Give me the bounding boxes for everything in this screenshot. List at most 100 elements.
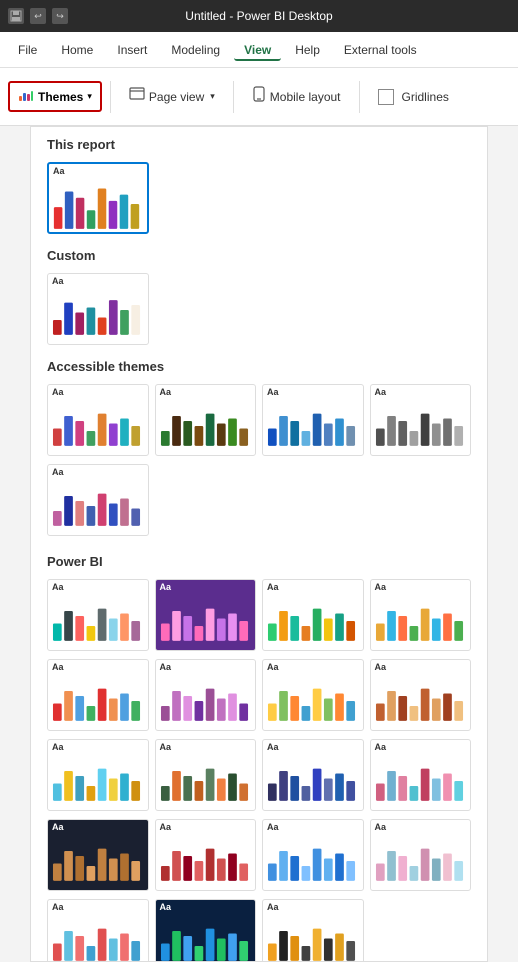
theme-card-label: Aa (263, 900, 363, 912)
theme-card-custom[interactable]: Aa (47, 273, 149, 345)
menu-home[interactable]: Home (51, 39, 103, 61)
theme-card-pbi-11[interactable]: Aa (262, 739, 364, 811)
theme-card-pbi-8[interactable]: Aa (370, 659, 472, 731)
theme-card-pbi-14[interactable]: Aa (155, 819, 257, 891)
theme-card-accessible-1[interactable]: Aa (47, 384, 149, 456)
menu-bar: File Home Insert Modeling View Help Exte… (0, 32, 518, 68)
theme-chart (156, 832, 256, 890)
undo-icon[interactable]: ↩ (30, 8, 46, 24)
mobile-layout-button[interactable]: Mobile layout (242, 82, 351, 111)
theme-card-label: Aa (371, 660, 471, 672)
theme-card-label: Aa (49, 164, 147, 176)
powerbi-themes-row2: Aa Aa (31, 655, 487, 735)
theme-card-label: Aa (371, 740, 471, 752)
redo-icon[interactable]: ↪ (52, 8, 68, 24)
theme-card-accessible-5[interactable]: Aa (47, 464, 149, 536)
theme-card-label: Aa (371, 385, 471, 397)
theme-chart (156, 592, 256, 650)
theme-card-label: Aa (263, 580, 363, 592)
theme-card-label: Aa (156, 900, 256, 912)
theme-chart (48, 286, 148, 344)
theme-chart (48, 592, 148, 650)
ribbon-sep-2 (233, 81, 234, 113)
theme-card-pbi-12[interactable]: Aa (370, 739, 472, 811)
theme-card-pbi-9[interactable]: Aa (47, 739, 149, 811)
theme-card-label: Aa (48, 274, 148, 286)
menu-modeling[interactable]: Modeling (161, 39, 230, 61)
menu-file[interactable]: File (8, 39, 47, 61)
theme-chart (48, 832, 148, 890)
theme-card-pbi-17[interactable]: Aa (47, 899, 149, 962)
theme-card-pbi-13[interactable]: Aa (47, 819, 149, 891)
theme-card-label: Aa (263, 385, 363, 397)
custom-themes: Aa (31, 269, 487, 349)
menu-view[interactable]: View (234, 39, 281, 61)
theme-card-this-report[interactable]: Aa (47, 162, 149, 234)
theme-card-label: Aa (156, 740, 256, 752)
theme-chart (156, 672, 256, 730)
theme-card-accessible-2[interactable]: Aa (155, 384, 257, 456)
theme-card-label: Aa (48, 820, 148, 832)
theme-card-pbi-3[interactable]: Aa (262, 579, 364, 651)
page-view-button[interactable]: Page view ▾ (119, 82, 225, 111)
theme-card-pbi-5[interactable]: Aa (47, 659, 149, 731)
theme-chart (263, 832, 363, 890)
theme-card-label: Aa (156, 385, 256, 397)
gridlines-button[interactable]: Gridlines (368, 85, 459, 109)
themes-arrow-icon: ▾ (87, 91, 92, 102)
page-view-arrow-icon: ▾ (210, 91, 215, 102)
gridlines-checkbox[interactable] (378, 89, 394, 105)
theme-card-label: Aa (263, 660, 363, 672)
theme-card-label: Aa (48, 580, 148, 592)
theme-chart (48, 752, 148, 810)
themes-panel: This report Aa Custom Aa (30, 126, 488, 962)
theme-card-label: Aa (48, 465, 148, 477)
menu-help[interactable]: Help (285, 39, 330, 61)
theme-card-accessible-3[interactable]: Aa (262, 384, 364, 456)
theme-card-pbi-10[interactable]: Aa (155, 739, 257, 811)
theme-chart (263, 912, 363, 962)
theme-card-pbi-16[interactable]: Aa (370, 819, 472, 891)
theme-card-label: Aa (48, 740, 148, 752)
theme-card-pbi-6[interactable]: Aa (155, 659, 257, 731)
theme-card-label: Aa (371, 580, 471, 592)
this-report-title: This report (31, 127, 487, 158)
save-icon[interactable] (8, 8, 24, 24)
theme-chart (263, 397, 363, 455)
powerbi-themes-row5: Aa Aa (31, 895, 487, 962)
theme-card-label: Aa (371, 820, 471, 832)
theme-card-pbi-19[interactable]: Aa (262, 899, 364, 962)
title-bar: ↩ ↪ Untitled - Power BI Desktop (0, 0, 518, 32)
theme-card-pbi-7[interactable]: Aa (262, 659, 364, 731)
themes-label: Themes (38, 90, 83, 104)
theme-chart (263, 752, 363, 810)
theme-card-accessible-4[interactable]: Aa (370, 384, 472, 456)
page-view-icon (129, 86, 145, 107)
theme-card-label: Aa (263, 740, 363, 752)
theme-chart (371, 592, 471, 650)
theme-card-pbi-15[interactable]: Aa (262, 819, 364, 891)
theme-card-pbi-1[interactable]: Aa (47, 579, 149, 651)
theme-chart (371, 752, 471, 810)
theme-card-label: Aa (156, 820, 256, 832)
gridlines-label: Gridlines (402, 90, 449, 104)
accessible-themes-row2: Aa (31, 460, 487, 544)
window-title: Untitled - Power BI Desktop (185, 9, 332, 23)
theme-chart (48, 672, 148, 730)
theme-card-pbi-2[interactable]: Aa (155, 579, 257, 651)
theme-card-label: Aa (48, 900, 148, 912)
theme-chart (156, 397, 256, 455)
theme-card-pbi-4[interactable]: Aa (370, 579, 472, 651)
menu-external-tools[interactable]: External tools (334, 39, 427, 61)
themes-icon (18, 87, 34, 106)
this-report-themes: Aa (31, 158, 487, 238)
powerbi-themes-row4: Aa Aa (31, 815, 487, 895)
theme-card-label: Aa (156, 660, 256, 672)
page-view-label: Page view (149, 90, 204, 104)
theme-card-label: Aa (263, 820, 363, 832)
themes-button[interactable]: Themes ▾ (8, 81, 102, 112)
theme-card-pbi-18[interactable]: Aa (155, 899, 257, 962)
theme-chart (48, 477, 148, 535)
menu-insert[interactable]: Insert (107, 39, 157, 61)
theme-chart (371, 397, 471, 455)
